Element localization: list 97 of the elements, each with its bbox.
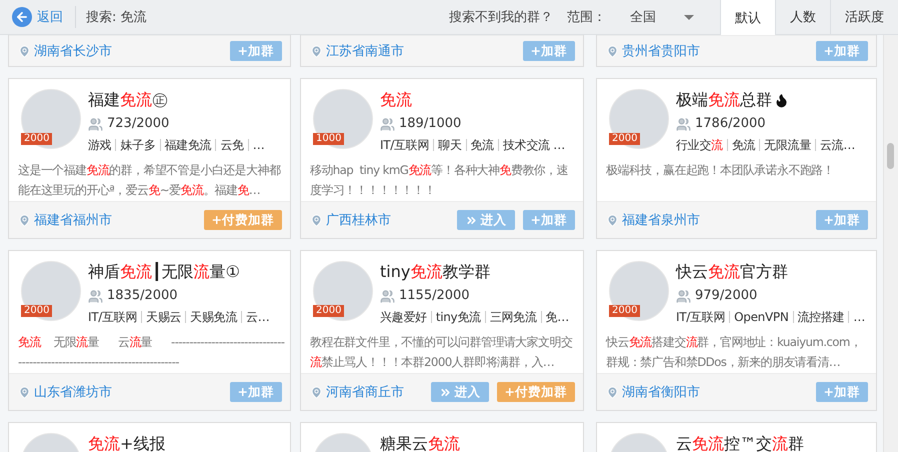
pin-icon: [606, 44, 619, 58]
group-description: 教程在群文件里，不懂的可以问群管理请大家文明交流禁止骂人！！！本群2000人群即将满群，入…: [310, 334, 574, 371]
location-link[interactable]: 湖南省长沙市: [18, 42, 112, 60]
enter-button[interactable]: 进入: [430, 382, 489, 402]
tag-label: 兴趣爱好: [380, 309, 427, 326]
tag-label: 云流…: [820, 137, 856, 154]
capacity-badge: 2000: [609, 133, 640, 145]
members-icon: [380, 116, 395, 132]
pin-icon: [18, 44, 31, 58]
tag-label: 天赐免流: [190, 309, 238, 326]
tag-label: 免流: [732, 137, 756, 154]
tag-label: OpenVPN: [734, 309, 788, 326]
group-title[interactable]: 免流+线报: [88, 433, 166, 452]
sort-tab[interactable]: 活跃度: [830, 0, 898, 34]
member-count: 189/1000: [399, 115, 462, 133]
scope-label: 范围：: [567, 9, 606, 27]
tag-label: IT/互联网: [676, 309, 726, 326]
location-link[interactable]: 广西桂林市: [310, 211, 391, 229]
tag-label: 云免: [220, 137, 244, 154]
tag-label: 无限流量: [764, 137, 812, 154]
capacity-badge: 2000: [21, 305, 52, 317]
group-title[interactable]: 糖果云免流: [380, 433, 460, 452]
search-query: 搜索: 免流: [85, 9, 148, 27]
member-count: 1786/2000: [695, 115, 766, 133]
pin-icon: [18, 214, 31, 226]
capacity-badge: 2000: [21, 133, 52, 145]
members-icon: [676, 288, 691, 304]
tag-label: 技术交流 …: [502, 137, 565, 154]
members-icon: [676, 116, 691, 132]
pin-icon: [606, 386, 619, 398]
back-button[interactable]: 返回: [0, 6, 76, 28]
enter-button[interactable]: 进入: [456, 210, 515, 230]
group-title[interactable]: 极端免流总群: [676, 89, 772, 111]
pin-icon: [606, 214, 619, 226]
group-title[interactable]: tiny免流教学群: [380, 261, 490, 283]
pin-icon: [18, 386, 31, 398]
join-button[interactable]: +加群: [816, 210, 868, 230]
group-title[interactable]: 神盾免流┃无限流量①: [88, 261, 240, 283]
location-link[interactable]: 贵州省贵阳市: [606, 42, 700, 60]
tag-label: 免流: [470, 137, 494, 154]
tag-label: 游戏: [88, 137, 112, 154]
scrollbar-thumb[interactable]: [887, 143, 894, 169]
join-button[interactable]: +加群: [522, 210, 575, 230]
members-icon: [88, 288, 103, 304]
caret-icon: [684, 14, 694, 20]
location-link[interactable]: 江苏省南通市: [310, 42, 404, 60]
paid-join-button[interactable]: +付费加群: [204, 210, 282, 230]
capacity-badge: 2000: [609, 305, 640, 317]
tag-label: 天赐云: [146, 309, 182, 326]
tag-label: 三网免流: [490, 309, 537, 326]
members-icon: [88, 116, 103, 132]
group-title[interactable]: 免流: [380, 89, 412, 111]
scope-dropdown[interactable]: 全国: [606, 0, 720, 34]
group-title[interactable]: 云免流控™交流群: [676, 433, 804, 452]
tag-label: …: [252, 137, 264, 154]
tag-label: 福建免流: [164, 137, 212, 154]
tag-label: IT/互联网: [88, 309, 138, 326]
sort-tab[interactable]: 人数: [775, 0, 830, 34]
join-button[interactable]: +加群: [230, 382, 282, 402]
tag-label: IT/互联网: [380, 137, 430, 154]
pin-icon: [310, 386, 323, 398]
location-link[interactable]: 福建省泉州市: [606, 211, 700, 229]
members-icon: [380, 288, 395, 304]
member-count: 1835/2000: [107, 287, 178, 305]
help-link[interactable]: 搜索不到我的群？: [449, 0, 553, 34]
pin-icon: [310, 44, 323, 58]
group-description: 极端科技，赢在起跑！本团队承诺永不跑路！: [606, 162, 836, 179]
group-description: 快云免流搭建交流群，官网地址：kuaiyum.com，群规：禁广告和禁DDos，新来的朋友请看清…: [606, 334, 862, 371]
join-button[interactable]: +加群: [522, 41, 575, 61]
location-link[interactable]: 福建省福州市: [18, 211, 112, 229]
tag-label: 流控搭建: [798, 309, 844, 326]
group-description: 移动hap tiny kmG免流等！各种大神免费教你，速度学习！！！！！！！！: [310, 162, 569, 199]
paid-join-button[interactable]: +付费加群: [496, 382, 575, 402]
location-link[interactable]: 河南省商丘市: [310, 383, 404, 401]
member-count: 723/2000: [107, 115, 170, 133]
group-title[interactable]: 快云免流官方群: [676, 261, 788, 283]
tag-label: 免…: [546, 309, 569, 326]
join-button[interactable]: +加群: [230, 41, 282, 61]
capacity-badge: 1000: [313, 133, 344, 145]
tag-label: 行业交流: [676, 137, 723, 154]
join-button[interactable]: +加群: [816, 41, 868, 61]
capacity-badge: 2000: [313, 305, 344, 317]
sort-tab[interactable]: 默认: [720, 0, 775, 35]
tag-label: 云…: [246, 309, 270, 326]
pin-icon: [310, 214, 323, 226]
member-count: 1155/2000: [399, 287, 470, 305]
location-link[interactable]: 湖南省衡阳市: [606, 383, 700, 401]
member-count: 979/2000: [695, 287, 758, 305]
tag-label: 聊天: [438, 137, 462, 154]
location-link[interactable]: 山东省潍坊市: [18, 383, 112, 401]
group-title[interactable]: 福建免流㊣: [88, 89, 168, 111]
tag-label: tiny免流: [436, 309, 481, 326]
group-description: 这是一个福建免流的群，希望不管是小白还是大神都能在这里玩的开心ª，爱云免~爱免流。福建免…: [18, 162, 282, 199]
join-button[interactable]: +加群: [816, 382, 868, 402]
group-description: 免流 无限流量 云流量 ---------------------------------------------------------------------------: [18, 334, 285, 371]
tag-label: 妹子多: [120, 137, 156, 154]
tag-label: …: [853, 309, 866, 326]
